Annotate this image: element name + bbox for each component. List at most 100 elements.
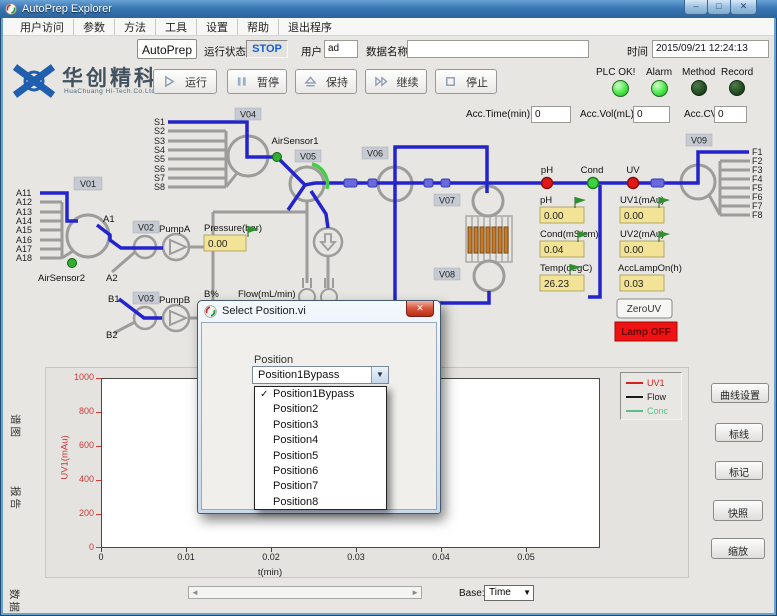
dialog-titlebar[interactable]: Select Position.vi [198,301,440,321]
pressure-value: 0.00 [208,239,228,250]
uv2-label: UV2(mAu) [620,229,664,240]
menu-tools[interactable]: 工具 [156,19,197,35]
x-tick: 0 [86,552,116,562]
position-label: Position [254,354,293,366]
option-label: Position3 [273,419,318,431]
y-tick: 600 [68,440,94,450]
position-option-list: ✓ Position1Bypass Position2 Position3 Po… [254,386,387,510]
chart-legend: UV1 Flow Conc [620,372,682,420]
option-position4[interactable]: Position4 [255,433,386,448]
side-tab-data[interactable]: 数据 [7,589,22,614]
base-dropdown[interactable]: Time ▼ [484,585,534,601]
option-position8[interactable]: Position8 [255,495,386,510]
maximize-icon[interactable]: □ [707,0,731,15]
valve-v08[interactable] [474,261,504,291]
x-tick: 0.04 [426,552,456,562]
uv-inline-label: UV [626,165,640,176]
stop-button[interactable]: 停止 [435,69,497,94]
pump-b-label: PumpB [159,295,190,306]
flag-icon [659,197,670,208]
dialog-title: Select Position.vi [222,305,306,317]
ph-inline-label: pH [541,165,553,176]
temp-label: Temp(degC) [540,263,592,274]
minimize-icon[interactable]: – [684,0,708,15]
a1-label: A1 [103,214,115,225]
ph-sensor-dot [542,178,553,189]
uv1-line-swatch [626,382,643,384]
uv1-label: UV1(mAu) [620,195,664,206]
menu-user-access[interactable]: 用户访问 [11,19,74,35]
autoprep-button[interactable]: AutoPrep [137,39,197,59]
ph-label: pH [540,195,552,206]
fast-forward-icon [374,75,388,88]
menu-parameters[interactable]: 参数 [74,19,115,35]
cond-value: 0.04 [544,245,564,256]
scroll-left-icon[interactable]: ◄ [191,588,199,597]
port-a18: A18 [16,253,32,263]
x-tick: 0.05 [511,552,541,562]
port-a12: A12 [16,197,32,207]
option-position7[interactable]: Position7 [255,479,386,494]
pause-button-label: 暂停 [257,74,279,90]
mark-button[interactable]: 标记 [715,461,763,480]
run-button[interactable]: 运行 [153,69,217,94]
option-position6[interactable]: Position6 [255,464,386,479]
v02-label: V02 [138,223,154,233]
v03-label: V03 [138,294,154,304]
curve-settings-button[interactable]: 曲线设置 [711,383,769,403]
option-position5[interactable]: Position5 [255,449,386,464]
valve-chips: V01 V02 V03 V04 V05 V06 V07 V08 V09 [74,108,712,304]
option-label: Position5 [273,450,318,462]
close-icon[interactable]: ✕ [730,0,757,15]
menu-settings[interactable]: 设置 [197,19,238,35]
legend-label-uv1: UV1 [647,378,665,388]
zoom-button[interactable]: 缩放 [711,538,765,559]
cond-label: Cond(mS/cm) [540,229,599,240]
scroll-right-icon[interactable]: ► [411,588,419,597]
acclamp-label: AccLampOn(h) [618,263,682,274]
resume-button[interactable]: 继续 [365,69,427,94]
user-input[interactable]: ad [324,40,358,58]
method-indicator-label: Method [682,67,715,78]
side-tab-chromatogram[interactable]: 谱图 [8,414,23,439]
select-position-dialog: Select Position.vi ✕ Position Position1B… [197,300,441,514]
window-title: AutoPrep Explorer [22,0,112,18]
menu-help[interactable]: 帮助 [238,19,279,35]
setpoint-flags [248,197,670,275]
flow-label: Flow(mL/min) [238,289,296,300]
option-label: Position2 [273,403,318,415]
zero-uv-button[interactable]: ZeroUV [617,299,672,318]
menu-method[interactable]: 方法 [115,19,156,35]
legend-item-uv1: UV1 [626,376,681,390]
side-tab-report[interactable]: 报告 [8,486,23,511]
port-s8: S8 [154,182,165,192]
dataname-input[interactable] [407,40,589,58]
menu-exit[interactable]: 退出程序 [279,19,341,35]
time-input[interactable]: 2015/09/21 12:24:13 [652,40,769,58]
pause-button[interactable]: 暂停 [227,69,287,94]
v04-label: V04 [240,110,256,120]
air-sensor1-label: AirSensor1 [272,136,319,147]
option-position3[interactable]: Position3 [255,418,386,433]
hold-button-label: 保持 [326,74,348,90]
option-position2[interactable]: Position2 [255,402,386,417]
mixer[interactable] [314,228,342,256]
snapshot-button[interactable]: 快照 [713,500,763,521]
alarm-indicator-label: Alarm [646,67,672,78]
stop-button-label: 停止 [466,74,488,90]
cond-inline-label: Cond [581,165,604,176]
combo-dropdown-icon[interactable]: ▼ [371,367,388,383]
horizontal-scrollbar[interactable]: ◄ ► [188,586,422,599]
run-state-label: 运行状态 [204,44,246,59]
record-indicator-label: Record [721,67,753,78]
dialog-close-icon[interactable]: ✕ [406,301,434,317]
y-axis-title: UV1(mAu) [60,415,71,501]
air-sensor2-label: AirSensor2 [38,273,85,284]
lamp-off-button[interactable]: Lamp OFF [615,322,677,341]
v08-label: V08 [439,270,455,280]
temp-value: 26.23 [544,279,569,290]
marker-line-button[interactable]: 标线 [715,423,763,442]
position-combobox[interactable]: Position1Bypass ▼ [252,366,389,384]
hold-button[interactable]: 保持 [295,69,357,94]
option-position1bypass[interactable]: ✓ Position1Bypass [255,387,386,402]
